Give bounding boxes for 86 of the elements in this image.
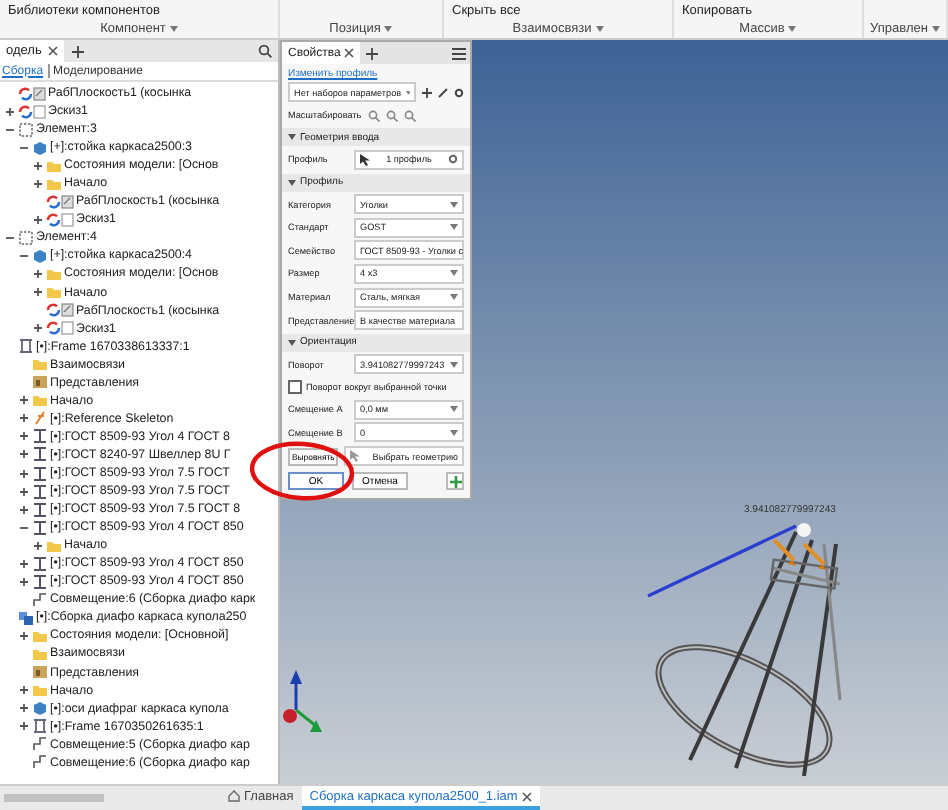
caret-icon (450, 429, 458, 436)
caret-icon (384, 26, 393, 32)
add-icon[interactable] (366, 47, 379, 59)
frame-icon (18, 338, 34, 355)
expand-icon[interactable] (18, 503, 30, 516)
expand-icon[interactable] (18, 467, 30, 479)
pointer-icon (360, 153, 370, 166)
zoom-icon[interactable] (367, 109, 380, 122)
expand-icon[interactable] (32, 177, 44, 190)
collapse-caret-icon[interactable] (288, 134, 296, 141)
expand-icon[interactable] (32, 286, 44, 299)
home-icon (228, 790, 240, 802)
caret-icon (450, 361, 458, 368)
expand-icon[interactable] (18, 629, 30, 642)
expand-icon[interactable] (18, 684, 30, 697)
collapse-caret-icon[interactable] (288, 179, 296, 186)
skeleton-icon (32, 410, 48, 427)
plane-icon (46, 302, 74, 319)
element-icon (18, 229, 34, 246)
highlight-circle (248, 440, 356, 502)
pencil-icon[interactable] (438, 87, 448, 98)
sketch-icon (46, 320, 74, 337)
folder-icon (32, 392, 48, 409)
caret-icon (450, 406, 458, 412)
frame-icon (32, 718, 48, 735)
expand-icon[interactable] (18, 575, 30, 588)
collapse-icon[interactable] (4, 123, 16, 136)
caret-icon (450, 201, 458, 208)
sketch-icon (46, 211, 74, 228)
expand-icon[interactable] (18, 430, 30, 443)
caret-icon (405, 89, 410, 96)
axis-triad-drawing (283, 670, 322, 732)
expand-icon[interactable] (18, 702, 30, 715)
expand-icon[interactable] (18, 485, 30, 498)
add-icon[interactable] (422, 87, 432, 98)
zoom-icon[interactable] (403, 109, 416, 122)
constraint-icon (32, 591, 48, 608)
reps-icon (32, 664, 48, 681)
close-icon[interactable] (521, 791, 532, 801)
close-icon[interactable] (47, 46, 58, 56)
collapse-icon[interactable] (18, 249, 30, 262)
expand-icon[interactable] (18, 412, 30, 425)
pointer-icon (350, 450, 361, 463)
folder-icon (32, 682, 48, 699)
close-icon[interactable] (344, 48, 355, 58)
add-icon[interactable] (71, 45, 84, 57)
expand-icon[interactable] (18, 448, 30, 461)
expand-icon[interactable] (18, 557, 30, 570)
menu-icon[interactable] (452, 47, 466, 59)
expand-icon[interactable] (32, 539, 44, 552)
expand-icon[interactable] (18, 394, 30, 407)
collapse-icon[interactable] (18, 521, 30, 534)
plane-icon (18, 85, 46, 102)
expand-icon[interactable] (32, 267, 44, 280)
caret-icon (450, 294, 458, 301)
collapse-caret-icon[interactable] (288, 339, 296, 346)
component-icon (32, 700, 48, 717)
expand-icon[interactable] (4, 105, 16, 118)
sketch-icon (18, 103, 46, 120)
checkbox[interactable] (288, 379, 302, 394)
assembly-icon (18, 609, 34, 626)
3d-viewport[interactable] (280, 40, 948, 784)
scrollbar-thumb[interactable] (4, 794, 104, 802)
expand-icon[interactable] (32, 159, 44, 172)
collapse-icon[interactable] (4, 231, 16, 244)
search-icon[interactable] (258, 44, 272, 58)
reps-icon (32, 374, 48, 391)
component-icon (32, 247, 48, 264)
caret-icon (788, 26, 797, 32)
folder-icon (46, 537, 62, 554)
caret-icon (595, 26, 604, 32)
caret-icon (169, 26, 178, 32)
collapse-icon[interactable] (18, 141, 30, 154)
expand-icon[interactable] (18, 720, 30, 733)
folder-icon (32, 356, 48, 373)
component-icon (32, 139, 48, 156)
caret-icon (450, 270, 458, 277)
zoom-icon[interactable] (385, 109, 398, 122)
caret-icon (450, 224, 458, 231)
element-icon (18, 121, 34, 138)
plane-icon (46, 193, 74, 210)
caret-icon (931, 26, 940, 32)
apply-button[interactable] (446, 472, 464, 491)
expand-icon[interactable] (32, 322, 44, 335)
expand-icon[interactable] (32, 213, 44, 226)
plus-icon (449, 475, 461, 488)
